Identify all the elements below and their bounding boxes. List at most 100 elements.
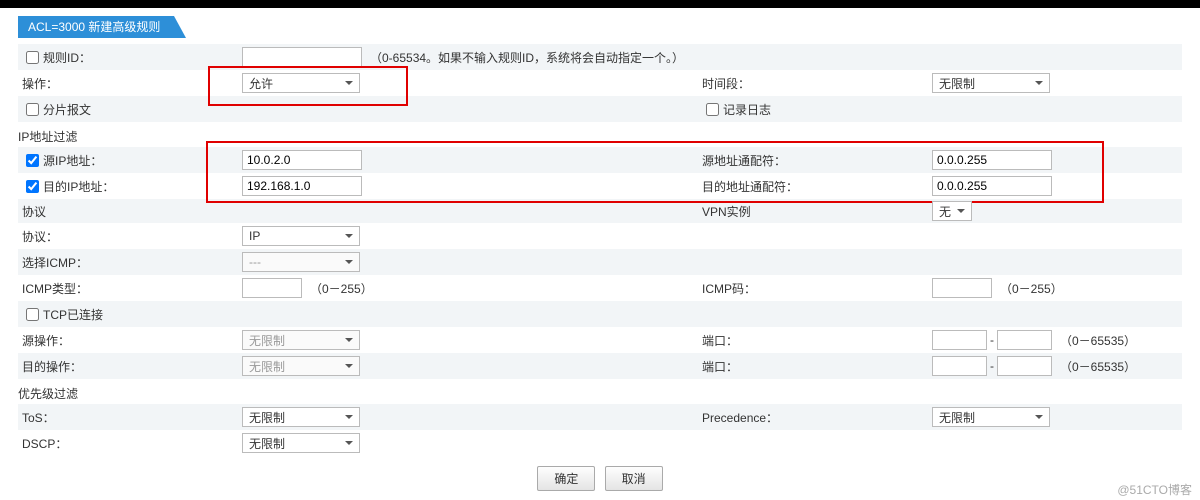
icmp-type-label: ICMP类型： xyxy=(22,280,88,297)
top-black-bar xyxy=(0,0,1200,8)
dash-separator: - xyxy=(990,359,994,373)
rule-id-input[interactable] xyxy=(242,47,362,67)
src-ip-input[interactable] xyxy=(242,150,362,170)
row-dst-op: 目的操作： 无限制 端口： - （0－65535） xyxy=(18,353,1182,379)
footer-buttons: 确定 取消 xyxy=(18,460,1182,493)
icmp-type-hint: （0－255） xyxy=(310,280,373,297)
dst-ip-checkbox[interactable] xyxy=(26,180,39,193)
dst-port-label: 端口： xyxy=(702,358,738,375)
src-port-label: 端口： xyxy=(702,332,738,349)
fragment-label: 分片报文 xyxy=(43,101,91,118)
precedence-label: Precedence： xyxy=(702,409,778,426)
chevron-down-icon xyxy=(345,364,353,368)
chevron-down-icon xyxy=(345,338,353,342)
row-operation: 操作： 允许 时间段： 无限制 xyxy=(18,70,1182,96)
operation-label: 操作： xyxy=(22,75,58,92)
dst-op-value: 无限制 xyxy=(249,358,285,375)
page-title-tab: ACL=3000 新建高级规则 xyxy=(18,16,174,38)
dst-port-hint: （0－65535） xyxy=(1060,358,1136,375)
src-ip-label: 源IP地址： xyxy=(43,152,102,169)
row-icmp-type-code: ICMP类型： （0－255） ICMP码： （0－255） xyxy=(18,275,1182,301)
src-op-select[interactable]: 无限制 xyxy=(242,330,360,350)
dst-ip-label: 目的IP地址： xyxy=(43,178,114,195)
src-port-from[interactable] xyxy=(932,330,987,350)
row-protocol-section: 协议 VPN实例 无 xyxy=(18,199,1182,223)
src-port-hint: （0－65535） xyxy=(1060,332,1136,349)
icmp-select[interactable]: --- xyxy=(242,252,360,272)
protocol-label: 协议： xyxy=(22,228,58,245)
chevron-down-icon xyxy=(345,260,353,264)
icmp-select-value: --- xyxy=(249,255,261,269)
log-checkbox[interactable] xyxy=(706,103,719,116)
precedence-value: 无限制 xyxy=(939,409,975,426)
icmp-select-label: 选择ICMP： xyxy=(22,254,88,271)
row-src-op: 源操作： 无限制 端口： - （0－65535） xyxy=(18,327,1182,353)
icmp-type-input[interactable] xyxy=(242,278,302,298)
dst-wild-label: 目的地址通配符： xyxy=(702,178,798,195)
ok-button[interactable]: 确定 xyxy=(537,466,595,491)
dst-op-select[interactable]: 无限制 xyxy=(242,356,360,376)
row-icmp-select: 选择ICMP： --- xyxy=(18,249,1182,275)
chevron-down-icon xyxy=(957,209,965,213)
tos-value: 无限制 xyxy=(249,409,285,426)
src-op-label: 源操作： xyxy=(22,332,70,349)
tcp-established-label: TCP已连接 xyxy=(43,306,103,323)
dst-wild-input[interactable] xyxy=(932,176,1052,196)
vpn-select[interactable]: 无 xyxy=(932,201,972,221)
dst-port-from[interactable] xyxy=(932,356,987,376)
dscp-label: DSCP： xyxy=(22,435,67,452)
src-op-value: 无限制 xyxy=(249,332,285,349)
row-dscp: DSCP： 无限制 xyxy=(18,430,1182,456)
section-priority: 优先级过滤 xyxy=(18,381,1182,404)
watermark: @51CTO博客 xyxy=(1117,481,1192,498)
rule-id-hint: （0-65534。如果不输入规则ID，系统将会自动指定一个。） xyxy=(370,49,684,66)
rule-id-checkbox[interactable] xyxy=(26,51,39,64)
dst-op-label: 目的操作： xyxy=(22,358,82,375)
src-wild-input[interactable] xyxy=(932,150,1052,170)
dst-port-to[interactable] xyxy=(997,356,1052,376)
row-tos-precedence: ToS： 无限制 Precedence： 无限制 xyxy=(18,404,1182,430)
row-rule-id: 规则ID： （0-65534。如果不输入规则ID，系统将会自动指定一个。） xyxy=(18,44,1182,70)
row-protocol: 协议： IP xyxy=(18,223,1182,249)
chevron-down-icon xyxy=(1035,415,1043,419)
page-title: ACL=3000 新建高级规则 xyxy=(28,20,160,34)
section-protocol: 协议 xyxy=(22,203,46,220)
tos-select[interactable]: 无限制 xyxy=(242,407,360,427)
dash-separator: - xyxy=(990,333,994,347)
protocol-value: IP xyxy=(249,229,260,243)
tos-label: ToS： xyxy=(22,409,55,426)
chevron-down-icon xyxy=(345,234,353,238)
rule-id-label: 规则ID： xyxy=(43,49,91,66)
vpn-label: VPN实例 xyxy=(702,203,751,220)
src-port-to[interactable] xyxy=(997,330,1052,350)
row-dst-ip: 目的IP地址： 目的地址通配符： xyxy=(18,173,1182,199)
operation-value: 允许 xyxy=(249,75,273,92)
vpn-value: 无 xyxy=(939,203,951,220)
chevron-down-icon xyxy=(345,415,353,419)
icmp-code-input[interactable] xyxy=(932,278,992,298)
cancel-button[interactable]: 取消 xyxy=(605,466,663,491)
icmp-code-hint: （0－255） xyxy=(1000,280,1063,297)
dscp-value: 无限制 xyxy=(249,435,285,452)
chevron-down-icon xyxy=(1035,81,1043,85)
fragment-checkbox[interactable] xyxy=(26,103,39,116)
row-fragment-log: 分片报文 记录日志 xyxy=(18,96,1182,122)
log-label: 记录日志 xyxy=(723,101,771,118)
timerange-label: 时间段： xyxy=(702,75,750,92)
protocol-select[interactable]: IP xyxy=(242,226,360,246)
operation-select[interactable]: 允许 xyxy=(242,73,360,93)
row-src-ip: 源IP地址： 源地址通配符： xyxy=(18,147,1182,173)
precedence-select[interactable]: 无限制 xyxy=(932,407,1050,427)
dst-ip-input[interactable] xyxy=(242,176,362,196)
chevron-down-icon xyxy=(345,441,353,445)
icmp-code-label: ICMP码： xyxy=(702,280,756,297)
src-ip-checkbox[interactable] xyxy=(26,154,39,167)
timerange-value: 无限制 xyxy=(939,75,975,92)
row-tcp-established: TCP已连接 xyxy=(18,301,1182,327)
chevron-down-icon xyxy=(345,81,353,85)
src-wild-label: 源地址通配符： xyxy=(702,152,786,169)
timerange-select[interactable]: 无限制 xyxy=(932,73,1050,93)
section-ip-filter: IP地址过滤 xyxy=(18,124,1182,147)
tcp-established-checkbox[interactable] xyxy=(26,308,39,321)
dscp-select[interactable]: 无限制 xyxy=(242,433,360,453)
